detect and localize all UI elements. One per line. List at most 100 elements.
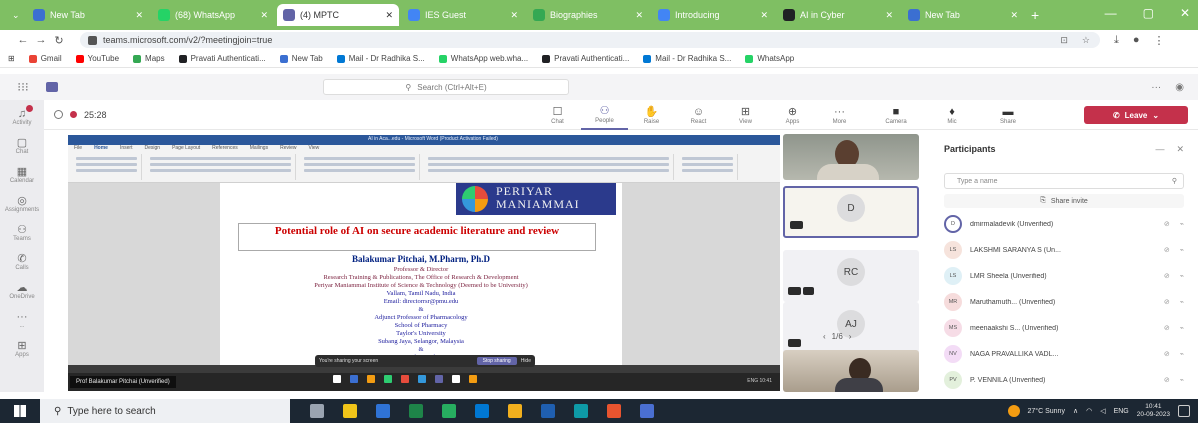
hide-button[interactable]: Hide	[521, 358, 531, 364]
rail-item[interactable]: ···...	[0, 305, 44, 334]
taskbar-app-icon[interactable]	[310, 404, 324, 418]
bookmark-item[interactable]: Mail - Dr Radhika S...	[643, 54, 731, 63]
browser-tab[interactable]: New Tab ✕	[27, 4, 149, 26]
taskbar-app-icon[interactable]	[376, 404, 390, 418]
meeting-control-apps[interactable]: ⊕ Apps	[769, 100, 816, 130]
meeting-control-view[interactable]: ⊞ View	[722, 100, 769, 130]
taskbar-app-icon[interactable]	[574, 404, 588, 418]
rail-item[interactable]: ✆ Calls	[0, 247, 44, 276]
browser-tab[interactable]: (68) WhatsApp ✕	[152, 4, 274, 26]
apps-grid-icon[interactable]: ⊞	[8, 54, 15, 63]
rail-item[interactable]: ◎ Assignments	[0, 189, 44, 218]
rail-item[interactable]: ♫ Activity	[0, 102, 44, 131]
share-invite-button[interactable]: ⎘ Share invite	[944, 194, 1184, 208]
forward-icon[interactable]: →	[32, 34, 50, 46]
bookmark-item[interactable]: New Tab	[279, 54, 323, 63]
tab-close-icon[interactable]: ✕	[510, 10, 518, 21]
back-icon[interactable]: ←	[14, 34, 32, 46]
network-icon[interactable]: ◠	[1086, 407, 1092, 415]
app-launcher-icon[interactable]: ⁝⁝⁝	[0, 80, 46, 94]
taskbar-search-input[interactable]: ⚲ Type here to search	[40, 399, 290, 423]
rail-item[interactable]: ▦ Calendar	[0, 160, 44, 189]
browser-tab[interactable]: New Tab ✕	[902, 4, 1024, 26]
windows-start-icon[interactable]	[0, 405, 40, 417]
tab-close-icon[interactable]: ✕	[635, 10, 643, 21]
taskbar-app-icon[interactable]	[541, 404, 555, 418]
rail-item[interactable]: ▢ Chat	[0, 131, 44, 160]
notification-icon[interactable]	[1178, 405, 1190, 417]
leave-button[interactable]: ✆ Leave ⌄	[1084, 106, 1188, 124]
bookmark-item[interactable]: WhatsApp	[745, 54, 794, 63]
participant-row[interactable]: LS LMR Sheela (Unverified) ⊘ ⌁	[930, 263, 1198, 289]
bookmark-item[interactable]: Pravati Authenticati...	[178, 54, 266, 63]
taskbar-app-icon[interactable]	[442, 404, 456, 418]
maximize-icon[interactable]: ▢	[1143, 6, 1154, 20]
search-input[interactable]: ⚲ Search (Ctrl+Alt+E)	[323, 79, 569, 95]
tab-close-icon[interactable]: ✕	[385, 10, 393, 21]
browser-tab[interactable]: Biographies ✕	[527, 4, 649, 26]
stop-sharing-button[interactable]: Stop sharing	[476, 357, 517, 365]
tab-close-icon[interactable]: ✕	[135, 10, 143, 21]
meeting-control-share[interactable]: ▬ Share	[985, 100, 1031, 130]
meeting-control-camera[interactable]: ■ Camera	[873, 100, 919, 130]
tab-close-icon[interactable]: ✕	[885, 10, 893, 21]
install-icon[interactable]: ⊡	[1060, 35, 1068, 46]
video-tile-self[interactable]	[783, 350, 919, 392]
participant-row[interactable]: LS LAKSHMI SARANYA S (Un... ⊘ ⌁	[930, 237, 1198, 263]
video-tile[interactable]: AJ	[783, 302, 919, 354]
download-icon[interactable]: ⤓	[1114, 34, 1119, 47]
url-input[interactable]: teams.microsoft.com/v2/?meetingjoin=true…	[80, 32, 1100, 48]
close-panel-icon[interactable]: ✕	[1176, 144, 1184, 155]
video-tile[interactable]: RC	[783, 250, 919, 302]
chevron-down-icon[interactable]: ⌄	[1152, 111, 1159, 120]
minimize-panel-icon[interactable]: —	[1155, 144, 1164, 155]
profile-icon[interactable]: ●	[1133, 34, 1140, 47]
meeting-control-chat[interactable]: ☐ Chat	[534, 100, 581, 130]
tray-chevron-icon[interactable]: ∧	[1073, 407, 1078, 415]
chevron-right-icon[interactable]: ›	[849, 332, 852, 341]
new-tab-icon[interactable]: +	[1031, 7, 1039, 23]
taskbar-app-icon[interactable]	[409, 404, 423, 418]
taskbar-app-icon[interactable]	[508, 404, 522, 418]
reload-icon[interactable]: ↻	[50, 34, 68, 47]
tab-close-icon[interactable]: ✕	[760, 10, 768, 21]
taskbar-app-icon[interactable]	[343, 404, 357, 418]
participant-row[interactable]: Ddmirmaladevik (Unverified) ⊘ ⌁	[930, 211, 1198, 237]
meeting-control-react[interactable]: ☺ React	[675, 100, 722, 130]
participant-row[interactable]: MS meenaakshi S... (Unverified) ⊘ ⌁	[930, 315, 1198, 341]
tab-close-icon[interactable]: ✕	[1010, 10, 1018, 21]
more-options-icon[interactable]: ···	[1151, 82, 1161, 93]
browser-tab[interactable]: AI in Cyber ✕	[777, 4, 899, 26]
rail-item[interactable]: ☁ OneDrive	[0, 276, 44, 305]
bookmark-item[interactable]: Maps	[133, 54, 165, 63]
close-icon[interactable]: ✕	[1180, 6, 1190, 20]
participant-search-input[interactable]: Type a name ⚲	[944, 173, 1184, 189]
meeting-control-raise-hand[interactable]: ✋ Raise	[628, 100, 675, 130]
taskbar-app-icon[interactable]	[475, 404, 489, 418]
bookmark-item[interactable]: Gmail	[28, 54, 62, 63]
browser-tab[interactable]: (4) MPTC ✕	[277, 4, 399, 26]
meeting-control-people[interactable]: ⚇ People	[581, 100, 628, 130]
taskbar-app-icon[interactable]	[640, 404, 654, 418]
video-tile-presenter[interactable]	[783, 134, 919, 180]
participant-row[interactable]: PV P. VENNILA (Unverified) ⊘ ⌁	[930, 367, 1198, 393]
rail-item[interactable]: ⚇ Teams	[0, 218, 44, 247]
clock[interactable]: 10:41 20-09-2023	[1137, 403, 1170, 419]
minimize-icon[interactable]: —	[1105, 6, 1117, 20]
browser-tab[interactable]: Introducing ✕	[652, 4, 774, 26]
tab-close-icon[interactable]: ✕	[260, 10, 268, 21]
bookmark-item[interactable]: Pravati Authenticati...	[542, 54, 629, 63]
weather-text[interactable]: 27°C Sunny	[1028, 408, 1065, 415]
rail-item[interactable]: ⊞ Apps	[0, 334, 44, 363]
browser-menu-icon[interactable]: ⋮	[1154, 34, 1165, 47]
browser-tab[interactable]: IES Guest ✕	[402, 4, 524, 26]
video-tile[interactable]: D	[783, 186, 919, 238]
volume-icon[interactable]: ◁	[1100, 407, 1105, 415]
participant-row[interactable]: NV NAGA PRAVALLIKA VADL... ⊘ ⌁	[930, 341, 1198, 367]
browser-menu-tab-icon[interactable]: ⌄	[6, 4, 24, 26]
meeting-control-mic[interactable]: ♦ Mic	[929, 100, 975, 130]
taskbar-app-icon[interactable]	[607, 404, 621, 418]
profile-avatar[interactable]: ◉	[1175, 82, 1184, 93]
bookmark-item[interactable]: YouTube	[75, 54, 119, 63]
bookmark-item[interactable]: Mail - Dr Radhika S...	[336, 54, 425, 63]
